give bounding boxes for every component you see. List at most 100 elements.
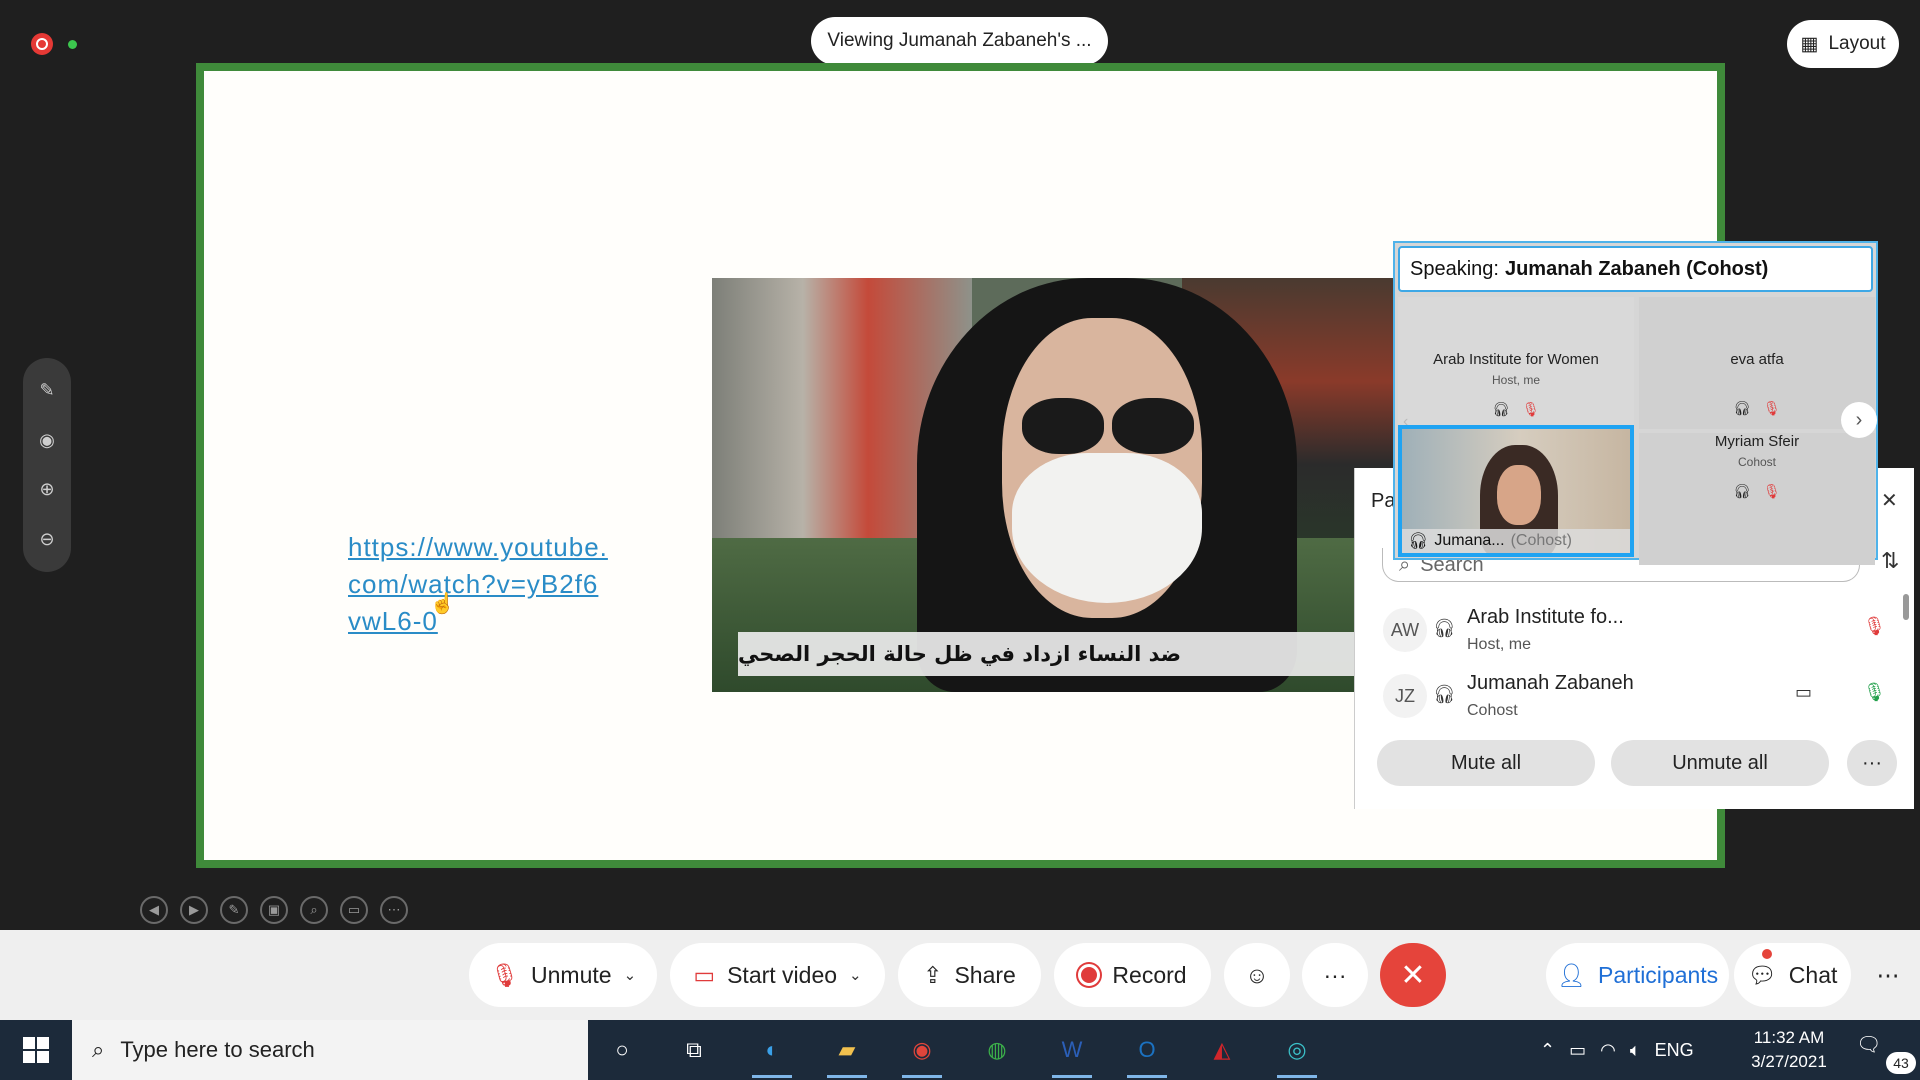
previous-page-icon[interactable]: ‹ (1403, 413, 1408, 431)
active-speaker-panel: Speaking: Jumanah Zabaneh (Cohost) Arab … (1393, 241, 1878, 565)
mic-muted-icon[interactable]: 🎙︎ (1863, 616, 1886, 637)
video-tile[interactable]: eva atfa 🎧︎ 🎙︎ (1639, 297, 1875, 429)
mute-all-button[interactable]: Mute all (1377, 740, 1595, 786)
video-sunglasses-right (1112, 398, 1194, 454)
camera-person-face (1497, 465, 1541, 525)
task-view-icon[interactable]: ⧉ (672, 1028, 716, 1072)
layout-button[interactable]: ▦ Layout (1787, 20, 1899, 68)
system-clock[interactable]: 11:32 AM 3/27/2021 (1734, 1026, 1844, 1074)
chat-button[interactable]: 💬︎ Chat (1734, 943, 1851, 1007)
headset-icon: 🎧︎ (1408, 533, 1429, 550)
video-tile[interactable]: Arab Institute for Women Host, me 🎧︎ 🎙︎ (1398, 297, 1634, 429)
smiley-icon: ☺ (1245, 961, 1269, 988)
thumbnails-icon[interactable]: ▣ (260, 896, 288, 924)
fit-page-icon[interactable]: ▭ (340, 896, 368, 924)
participants-label: Participants (1598, 961, 1719, 988)
chevron-up-icon[interactable]: ⌃ (1540, 1040, 1555, 1061)
windows-logo-icon (23, 1037, 49, 1063)
volume-icon[interactable]: 🔈︎ (1630, 1040, 1641, 1061)
headset-icon: 🎧︎ (1492, 401, 1510, 417)
more-tools-icon[interactable]: ⋯ (380, 896, 408, 924)
tile-label: 🎧︎ Jumana... (Cohost) (1402, 529, 1630, 553)
start-button[interactable] (0, 1020, 72, 1080)
mic-muted-icon: 🎙︎ (489, 961, 520, 988)
start-video-button[interactable]: ▭ Start video ⌄ (670, 943, 885, 1007)
record-button[interactable]: Record (1054, 943, 1211, 1007)
clock-time: 11:32 AM (1753, 1028, 1825, 1047)
word-icon[interactable]: W (1050, 1028, 1094, 1078)
chat-label: Chat (1788, 961, 1838, 988)
participants-button[interactable]: 👤︎ Participants (1546, 943, 1729, 1007)
unmute-all-button[interactable]: Unmute all (1611, 740, 1829, 786)
next-page-icon[interactable]: ▶ (180, 896, 208, 924)
file-explorer-icon[interactable]: ▰ (825, 1028, 869, 1078)
unmute-button[interactable]: 🎙︎ Unmute ⌄ (469, 943, 657, 1007)
participant-name: Arab Institute fo... (1467, 606, 1624, 628)
notification-center-icon[interactable]: 🗨︎ (1856, 1032, 1881, 1057)
previous-page-icon[interactable]: ◀ (140, 896, 168, 924)
language-indicator[interactable]: ENG (1655, 1040, 1694, 1061)
annotate-icon[interactable]: ✎ (220, 896, 248, 924)
laser-pointer-icon[interactable]: ◉ (33, 426, 61, 454)
sort-icon[interactable]: ⇅ (1881, 548, 1899, 574)
video-camera-icon[interactable]: ▭ (1795, 682, 1812, 703)
participant-row[interactable]: AW 🎧︎ Arab Institute fo... Host, me 🎙︎ (1355, 598, 1915, 660)
mouse-cursor-icon: ☝ (430, 593, 455, 615)
network-app-icon[interactable]: ◍ (975, 1028, 1019, 1072)
mic-muted-icon: 🎙︎ (1763, 483, 1781, 499)
share-button[interactable]: ⇪ Share (898, 943, 1041, 1007)
close-icon[interactable]: ✕ (1881, 488, 1898, 513)
scrollbar[interactable] (1903, 594, 1909, 620)
more-options-button[interactable]: ··· (1302, 943, 1368, 1007)
tile-name: Arab Institute for Women (1433, 351, 1599, 368)
share-label: Share (954, 961, 1016, 988)
avatar: JZ (1383, 674, 1427, 718)
zoom-icon[interactable]: ⌕ (300, 896, 328, 924)
battery-icon[interactable]: ▭ (1569, 1040, 1586, 1061)
clock-date: 3/27/2021 (1751, 1052, 1827, 1071)
zoom-in-icon[interactable]: ⊕ (33, 476, 61, 504)
outlook-icon[interactable]: O (1125, 1028, 1169, 1078)
connection-status-icon (68, 40, 77, 49)
notification-dot (1762, 949, 1772, 959)
leave-meeting-button[interactable]: ✕ (1380, 943, 1446, 1007)
start-video-label: Start video (727, 961, 838, 988)
participants-panel-title: Pa (1371, 490, 1396, 512)
reactions-button[interactable]: ☺ (1224, 943, 1290, 1007)
record-label: Record (1112, 961, 1187, 988)
taskbar-search-input[interactable]: ⌕ Type here to search (72, 1020, 588, 1080)
more-options-button[interactable]: ··· (1847, 740, 1897, 786)
record-icon (1078, 964, 1101, 986)
chrome-icon[interactable]: ◉ (900, 1028, 944, 1078)
windows-taskbar: ⌕ Type here to search ○ ⧉ ◐ ▰ ◉ ◍ W O ◭ … (0, 1020, 1920, 1080)
mic-on-icon[interactable]: 🎙︎ (1863, 682, 1886, 703)
participant-row[interactable]: JZ 🎧︎ Jumanah Zabaneh Cohost ▭ 🎙︎ (1355, 664, 1915, 726)
speaking-prefix: Speaking: (1410, 257, 1499, 280)
layout-icon: ▦ (1800, 33, 1819, 55)
headset-icon: 🎧︎ (1733, 400, 1751, 416)
cortana-icon[interactable]: ○ (600, 1028, 644, 1072)
viewing-share-indicator[interactable]: Viewing Jumanah Zabaneh's ... (811, 17, 1108, 65)
video-tile[interactable]: Myriam Sfeir Cohost 🎧︎ 🎙︎ (1639, 433, 1875, 565)
acrobat-icon[interactable]: ◭ (1200, 1028, 1244, 1072)
tile-status: 🎧︎ 🎙︎ (1733, 400, 1781, 417)
annotation-toolbar: ✎ ◉ ⊕ ⊖ (23, 358, 71, 572)
webex-icon[interactable]: ◎ (1275, 1028, 1319, 1078)
viewing-label: Viewing Jumanah Zabaneh's ... (827, 30, 1092, 51)
edge-browser-icon[interactable]: ◐ (750, 1028, 794, 1078)
tile-role: (Cohost) (1510, 532, 1572, 549)
active-speaker-video-tile[interactable]: 🎧︎ Jumana... (Cohost) (1398, 425, 1634, 557)
slide-youtube-link[interactable]: https://www.youtube.com/watch?v=yB2f6vwL… (348, 529, 608, 640)
chevron-down-icon[interactable]: ⌄ (849, 966, 862, 984)
pen-icon[interactable]: ✎ (33, 377, 61, 405)
headset-icon: 🎧︎ (1733, 483, 1751, 499)
speaking-name: Jumanah Zabaneh (Cohost) (1504, 257, 1769, 280)
next-page-icon[interactable]: › (1841, 402, 1877, 438)
system-tray: ⌃ ▭ ◠ 🔈︎ ENG (1540, 1020, 1694, 1080)
mic-muted-icon: 🎙︎ (1522, 401, 1540, 417)
chevron-down-icon[interactable]: ⌄ (624, 966, 637, 984)
zoom-out-icon[interactable]: ⊖ (33, 525, 61, 553)
wifi-icon[interactable]: ◠ (1600, 1040, 1616, 1061)
layout-label: Layout (1828, 33, 1886, 54)
more-icon[interactable]: ⋯ (1868, 943, 1908, 1007)
